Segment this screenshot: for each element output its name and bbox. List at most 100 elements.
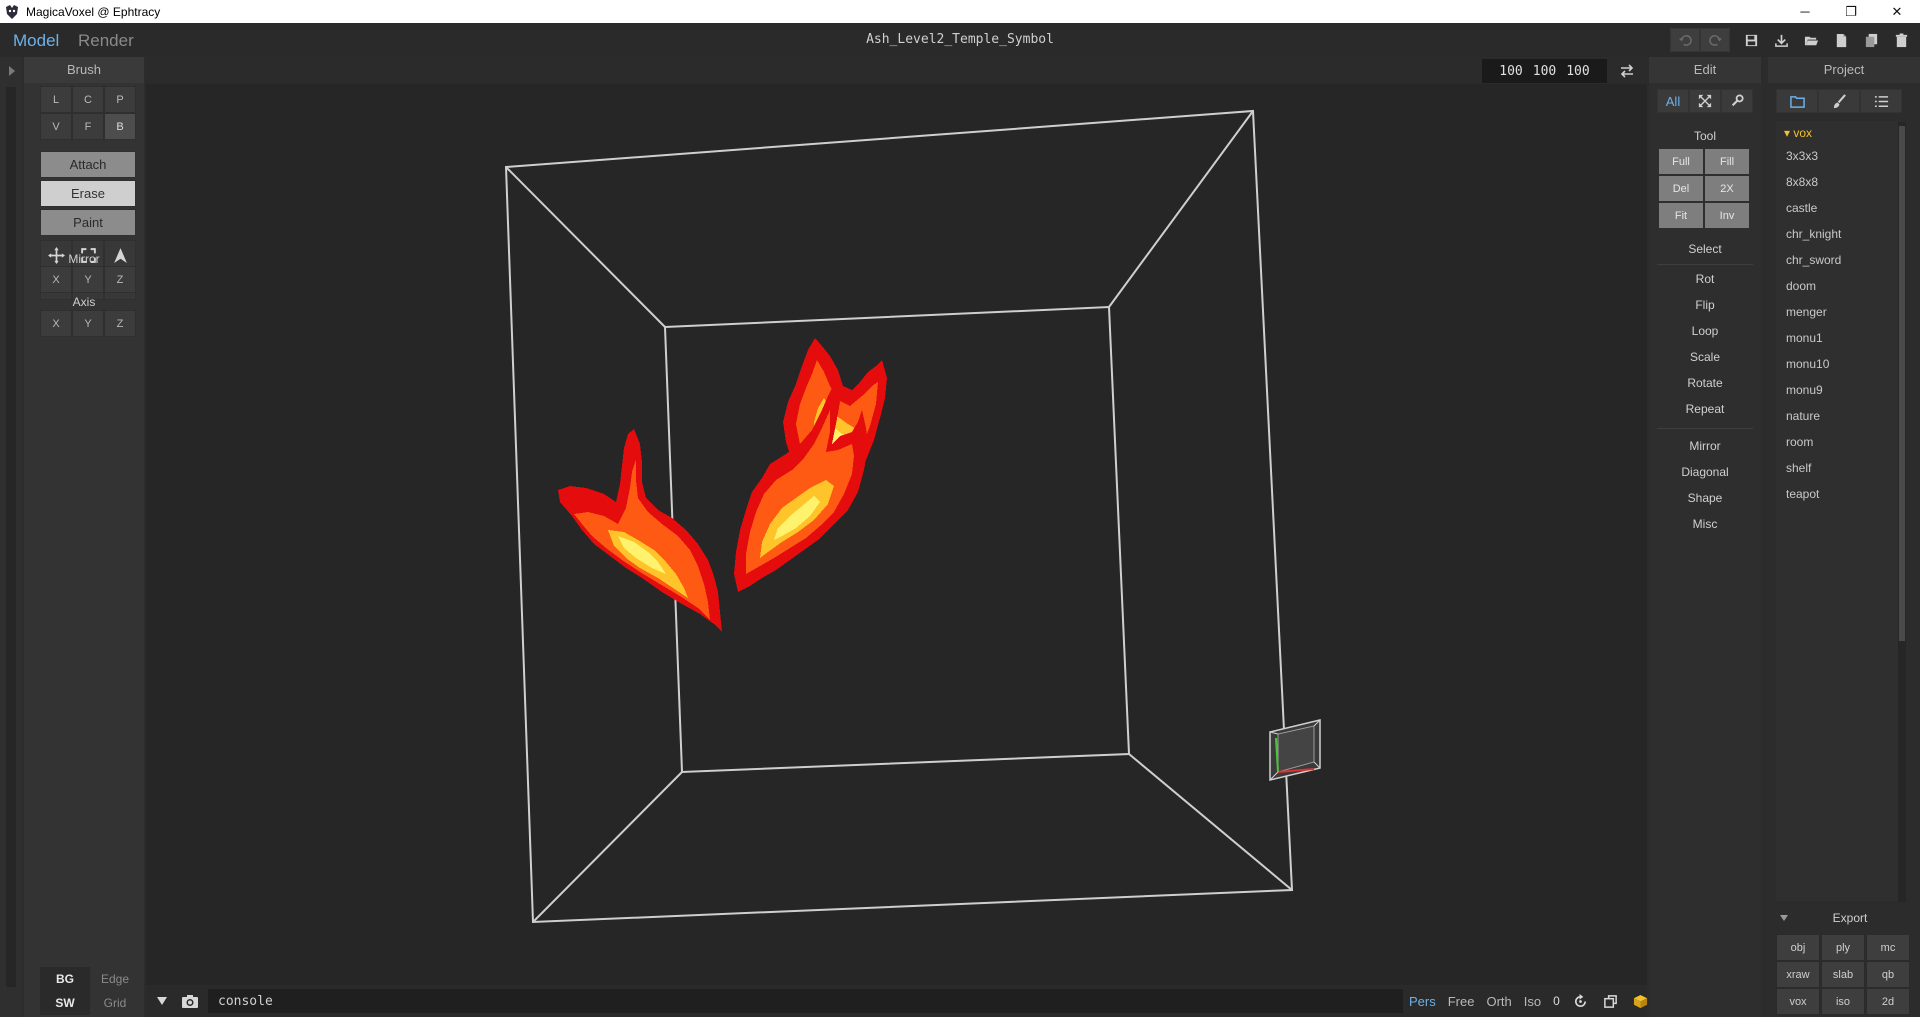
mirror-x[interactable]: X: [40, 266, 72, 293]
paint-button[interactable]: Paint: [40, 209, 136, 236]
file-list-scroll-thumb[interactable]: [1899, 126, 1905, 641]
flip-command[interactable]: Flip: [1649, 298, 1761, 312]
file-item[interactable]: chr_sword: [1786, 253, 1841, 267]
close-button[interactable]: ✕: [1874, 0, 1920, 23]
repeat-command[interactable]: Repeat: [1649, 402, 1761, 416]
file-item[interactable]: monu10: [1786, 357, 1829, 371]
edit-tab-all[interactable]: All: [1657, 89, 1689, 113]
toggle-grid[interactable]: Grid: [90, 991, 140, 1015]
copy-button[interactable]: [1856, 28, 1886, 52]
tool-fill-button[interactable]: Fill: [1704, 148, 1750, 175]
select-command[interactable]: Select: [1649, 242, 1761, 256]
export-2d-button[interactable]: 2d: [1866, 988, 1910, 1015]
export-xraw-button[interactable]: xraw: [1776, 961, 1820, 988]
delete-button[interactable]: [1886, 28, 1916, 52]
file-item[interactable]: teapot: [1786, 487, 1819, 501]
file-item[interactable]: monu9: [1786, 383, 1823, 397]
toggle-sw[interactable]: SW: [40, 991, 90, 1015]
import-button[interactable]: [1766, 28, 1796, 52]
misc-command[interactable]: Misc: [1649, 517, 1761, 531]
brush-type-b[interactable]: B: [104, 113, 136, 140]
file-item[interactable]: shelf: [1786, 461, 1811, 475]
file-item[interactable]: castle: [1786, 201, 1817, 215]
console-input[interactable]: [208, 989, 1403, 1013]
toggle-bg[interactable]: BG: [40, 967, 90, 991]
brush-type-l[interactable]: L: [40, 86, 72, 113]
file-item[interactable]: menger: [1786, 305, 1827, 319]
export-slab-button[interactable]: slab: [1821, 961, 1865, 988]
view-orth[interactable]: Orth: [1486, 994, 1511, 1009]
rotate-command[interactable]: Rotate: [1649, 376, 1761, 390]
project-panel-title: Project: [1768, 57, 1920, 83]
axis-y[interactable]: Y: [72, 310, 104, 337]
new-button[interactable]: [1826, 28, 1856, 52]
shape-command[interactable]: Shape: [1649, 491, 1761, 505]
loop-command[interactable]: Loop: [1649, 324, 1761, 338]
axis-z[interactable]: Z: [104, 310, 136, 337]
export-label: Export: [1832, 911, 1868, 925]
export-iso-button[interactable]: iso: [1821, 988, 1865, 1015]
toggle-edge[interactable]: Edge: [90, 967, 140, 991]
tab-render[interactable]: Render: [78, 31, 134, 51]
axis-x[interactable]: X: [40, 310, 72, 337]
tool-2x-button[interactable]: 2X: [1704, 175, 1750, 202]
file-item[interactable]: 8x8x8: [1786, 175, 1818, 189]
edit-tab-tools[interactable]: [1721, 89, 1753, 113]
redo-button[interactable]: [1700, 28, 1730, 52]
mirror-y[interactable]: Y: [72, 266, 104, 293]
scene-canvas[interactable]: [146, 84, 1647, 985]
file-item[interactable]: room: [1786, 435, 1813, 449]
project-tab-list[interactable]: [1860, 89, 1902, 113]
save-button[interactable]: [1736, 28, 1766, 52]
tab-model[interactable]: Model: [13, 31, 59, 51]
view-pers[interactable]: Pers: [1409, 994, 1436, 1009]
scale-command[interactable]: Scale: [1649, 350, 1761, 364]
brush-type-f[interactable]: F: [72, 113, 104, 140]
edit-tab-resize[interactable]: [1689, 89, 1721, 113]
view-iso[interactable]: Iso: [1524, 994, 1541, 1009]
export-mc-button[interactable]: mc: [1866, 934, 1910, 961]
brush-type-p[interactable]: P: [104, 86, 136, 113]
tool-fit-button[interactable]: Fit: [1658, 202, 1704, 229]
view-free[interactable]: Free: [1448, 994, 1475, 1009]
expand-arrow-icon[interactable]: [9, 66, 15, 76]
console-dropdown[interactable]: [152, 993, 172, 1009]
project-tab-palette[interactable]: [1818, 89, 1860, 113]
mirror-command[interactable]: Mirror: [1649, 439, 1761, 453]
screenshot-button[interactable]: [180, 992, 200, 1010]
model-dimensions[interactable]: 100 100 100: [1482, 59, 1607, 83]
diagonal-command[interactable]: Diagonal: [1649, 465, 1761, 479]
undo-icon: [1678, 34, 1692, 46]
brush-type-v[interactable]: V: [40, 113, 72, 140]
tool-del-button[interactable]: Del: [1658, 175, 1704, 202]
file-item[interactable]: monu1: [1786, 331, 1823, 345]
open-button[interactable]: [1796, 28, 1826, 52]
model-view-button[interactable]: [1632, 992, 1650, 1010]
reset-camera-button[interactable]: [1572, 992, 1590, 1010]
project-tab-files[interactable]: [1776, 89, 1818, 113]
file-item[interactable]: nature: [1786, 409, 1820, 423]
attach-button[interactable]: Attach: [40, 151, 136, 178]
file-item[interactable]: 3x3x3: [1786, 149, 1818, 163]
mirror-z[interactable]: Z: [104, 266, 136, 293]
file-item[interactable]: doom: [1786, 279, 1816, 293]
tool-full-button[interactable]: Full: [1658, 148, 1704, 175]
maximize-button[interactable]: ❐: [1828, 0, 1874, 23]
erase-button[interactable]: Erase: [40, 180, 136, 207]
export-header[interactable]: Export: [1776, 907, 1912, 929]
brush-type-c[interactable]: C: [72, 86, 104, 113]
swap-dimensions-button[interactable]: [1614, 59, 1640, 83]
rot-command[interactable]: Rot: [1649, 272, 1761, 286]
undo-button[interactable]: [1670, 28, 1700, 52]
minimize-button[interactable]: ─: [1782, 0, 1828, 23]
3d-viewport[interactable]: [146, 84, 1647, 985]
file-item[interactable]: chr_knight: [1786, 227, 1841, 241]
folder-vox[interactable]: ▾ vox: [1784, 126, 1812, 140]
tool-inv-button[interactable]: Inv: [1704, 202, 1750, 229]
frame-button[interactable]: [1602, 992, 1620, 1010]
export-vox-button[interactable]: vox: [1776, 988, 1820, 1015]
view-angle-value[interactable]: 0: [1553, 994, 1560, 1008]
export-obj-button[interactable]: obj: [1776, 934, 1820, 961]
export-qb-button[interactable]: qb: [1866, 961, 1910, 988]
export-ply-button[interactable]: ply: [1821, 934, 1865, 961]
